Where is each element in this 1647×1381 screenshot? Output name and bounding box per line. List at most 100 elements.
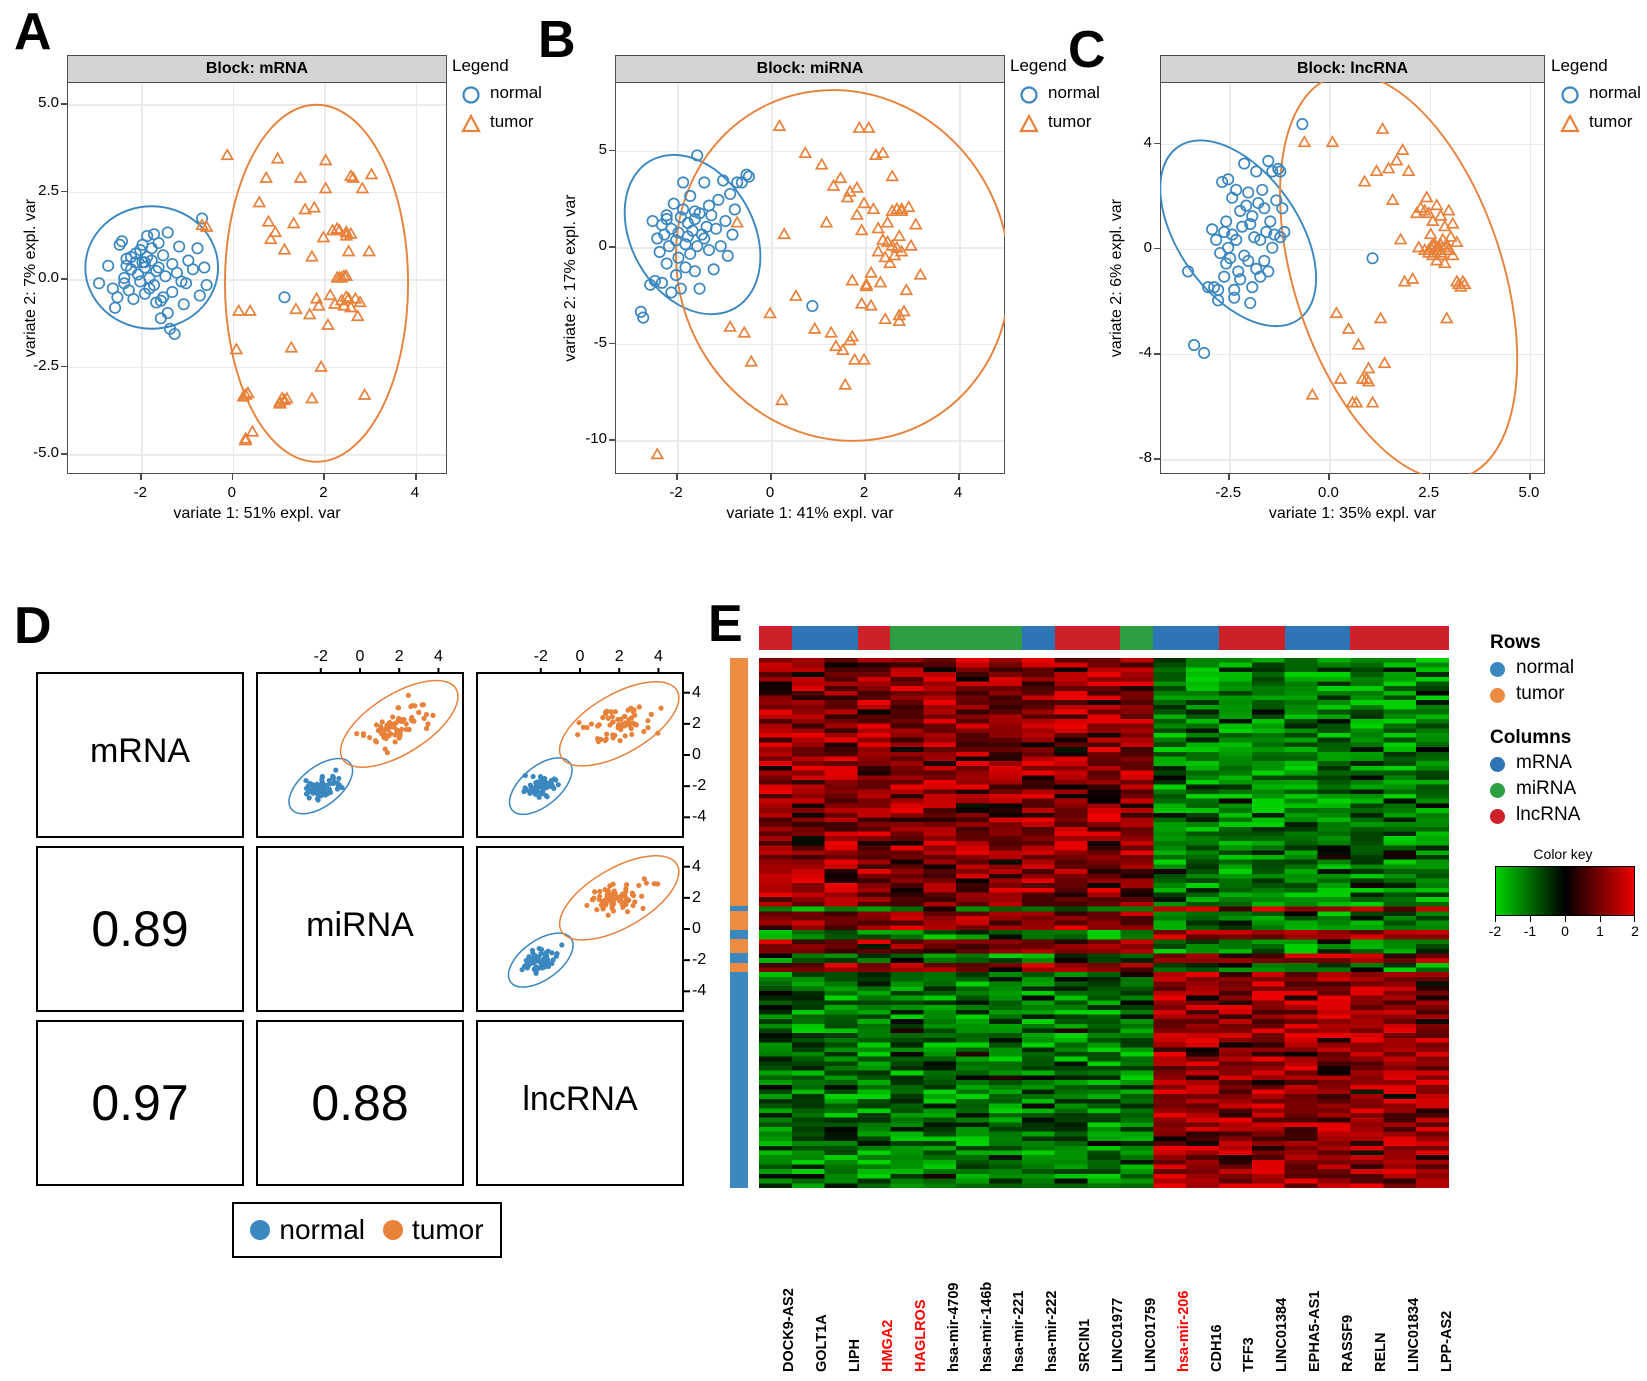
heatmap-column-label: DOCK9-AS2 bbox=[781, 1288, 798, 1372]
lncrna-dot-icon bbox=[1490, 809, 1505, 824]
heatmap-legend-columns-mrna-label: mRNA bbox=[1516, 752, 1572, 773]
y-tick-mark bbox=[61, 103, 67, 105]
y-tick-mark bbox=[61, 190, 67, 193]
x-tick-mark bbox=[1228, 474, 1230, 480]
color-key-tick-mark bbox=[1495, 916, 1497, 922]
column-annotation-cell bbox=[989, 626, 1022, 650]
mrna-dot-icon bbox=[1490, 757, 1505, 772]
heatmap-column-label: GOLT1A bbox=[814, 1314, 831, 1372]
heatmap-column-label: LIPH bbox=[847, 1338, 864, 1372]
column-annotation-cell bbox=[759, 626, 792, 650]
column-annotation-cell bbox=[1087, 626, 1121, 650]
column-annotation-cell bbox=[1120, 626, 1154, 650]
x-tick-label: 2.5 bbox=[1418, 484, 1440, 501]
panel-a-legend-title: Legend bbox=[452, 56, 509, 75]
column-annotation-cell bbox=[890, 626, 924, 650]
color-key-tick-label: 0 bbox=[1561, 923, 1569, 939]
x-tick-label: -2.5 bbox=[1215, 484, 1242, 501]
color-key-tick-label: -1 bbox=[1523, 923, 1537, 939]
column-annotation-cell bbox=[1054, 626, 1088, 650]
x-tick-mark bbox=[231, 474, 234, 480]
column-annotation-cell bbox=[1383, 626, 1417, 650]
heatmap-column-label: RASSF9 bbox=[1340, 1314, 1356, 1372]
column-annotation-cell bbox=[1317, 626, 1351, 650]
color-key-tick-mark bbox=[1600, 916, 1602, 922]
heatmap-column-label: RELN bbox=[1372, 1332, 1389, 1372]
tumor-dot-icon bbox=[1490, 688, 1505, 703]
heatmap-column-label: hsa-mir-146b bbox=[978, 1281, 995, 1372]
color-key-tick-mark bbox=[1633, 916, 1635, 922]
panel-b-points bbox=[623, 89, 1005, 460]
x-tick-label: 0 bbox=[765, 484, 775, 501]
y-tick-label: -8 bbox=[1138, 449, 1152, 467]
heatmap-column-label: SRCIN1 bbox=[1077, 1318, 1094, 1372]
panel-d-legend-normal-label: normal bbox=[279, 1214, 365, 1245]
panel-c-points bbox=[1160, 82, 1519, 474]
heatmap-column-label: LINC01384 bbox=[1274, 1297, 1291, 1372]
panel-d-legend-tumor: tumor bbox=[383, 1214, 484, 1246]
heatmap-column-labels: DOCK9-AS2 GOLT1A LIPH HMGA2 HAGLROS hsa-mir-4… bbox=[759, 1194, 1454, 1379]
heatmap-column-label: LINC01759 bbox=[1142, 1297, 1159, 1372]
y-tick-label: -2.5 bbox=[33, 356, 59, 374]
circle-marker-icon bbox=[462, 86, 480, 104]
y-tick-mark bbox=[61, 365, 67, 368]
color-key-ticks: -2 -1 0 1 2 bbox=[1489, 916, 1639, 942]
y-tick-mark bbox=[1154, 458, 1160, 460]
normal-dot-icon bbox=[1490, 662, 1505, 677]
color-key-tick-label: 1 bbox=[1596, 923, 1604, 939]
panel-d-correlation-matrix: D mRNA 0.89 miRNA 0.97 0.88 lncRNA norma… bbox=[0, 580, 706, 1380]
panel-e-letter: E bbox=[708, 595, 743, 653]
panel-c-legend-normal-label: normal bbox=[1589, 83, 1641, 102]
heatmap-legend-rows-normal-label: normal bbox=[1516, 657, 1575, 678]
color-key-tick-label: -2 bbox=[1488, 923, 1502, 939]
y-tick-mark bbox=[61, 278, 67, 280]
panel-d-x-tick-label: 0 bbox=[575, 648, 585, 665]
x-tick-mark bbox=[1528, 474, 1531, 480]
panel-d-x-tick-label: 2 bbox=[614, 648, 624, 665]
y-tick-label: 4 bbox=[1143, 133, 1152, 151]
column-annotation-cell bbox=[1021, 626, 1055, 650]
y-tick-label: -5 bbox=[593, 333, 607, 351]
x-tick-mark bbox=[140, 474, 142, 480]
heatmap-column-label: HAGLROS bbox=[912, 1299, 929, 1373]
column-annotation-cell bbox=[1251, 626, 1285, 650]
heatmap-column-label: CDH16 bbox=[1208, 1324, 1225, 1372]
panel-d-x-tick-label: 4 bbox=[434, 648, 443, 665]
y-tick-label: -4 bbox=[1138, 343, 1152, 361]
normal-dot-icon bbox=[250, 1220, 271, 1240]
row-annotation-cell bbox=[730, 1183, 748, 1188]
column-annotation-cell bbox=[791, 626, 825, 650]
panel-b-x-axis-title: variate 1: 41% expl. var bbox=[726, 505, 894, 522]
panel-c-legend-tumor-label: tumor bbox=[1589, 112, 1633, 131]
heatmap-column-label: LPP-AS2 bbox=[1438, 1310, 1455, 1372]
x-tick-mark bbox=[1428, 474, 1431, 480]
x-tick-label: -2 bbox=[669, 484, 683, 501]
x-tick-mark bbox=[770, 474, 772, 480]
panel-a-mrna-scatter: A Block: mRNA variate 1: 51% expl. var v… bbox=[0, 0, 542, 560]
x-tick-label: -2 bbox=[133, 484, 147, 501]
y-tick-mark bbox=[609, 439, 615, 441]
column-annotation-cell bbox=[1416, 626, 1450, 650]
panel-d-x-tick-label: 0 bbox=[355, 648, 365, 665]
y-tick-label: 0 bbox=[1143, 238, 1152, 256]
y-tick-mark bbox=[609, 342, 615, 345]
y-tick-label: 5 bbox=[598, 140, 607, 158]
panel-d-scatter-overlay bbox=[288, 668, 690, 993]
heatmap-legend-rows-title: Rows bbox=[1490, 632, 1541, 653]
color-key-tick-mark bbox=[1530, 916, 1532, 922]
y-tick-mark bbox=[609, 149, 615, 152]
heatmap-legend-columns-mirna-label: miRNA bbox=[1516, 778, 1577, 799]
x-tick-label: 2 bbox=[859, 484, 869, 501]
column-annotation-cell bbox=[857, 626, 891, 650]
heatmap-column-annotation-bar bbox=[759, 626, 1450, 650]
x-tick-mark bbox=[864, 474, 866, 480]
column-annotation-cell bbox=[1284, 626, 1318, 650]
heatmap-column-label: hsa-mir-4709 bbox=[945, 1282, 962, 1372]
x-tick-label: 4 bbox=[410, 484, 420, 501]
column-annotation-cell bbox=[1186, 626, 1220, 650]
x-tick-mark bbox=[414, 474, 417, 480]
panel-c-legend-title: Legend bbox=[1551, 56, 1608, 75]
heatmap-column-label: hsa-mir-206 bbox=[1175, 1290, 1192, 1372]
triangle-marker-icon bbox=[461, 113, 481, 133]
heatmap-column-label: LINC01977 bbox=[1110, 1297, 1126, 1372]
